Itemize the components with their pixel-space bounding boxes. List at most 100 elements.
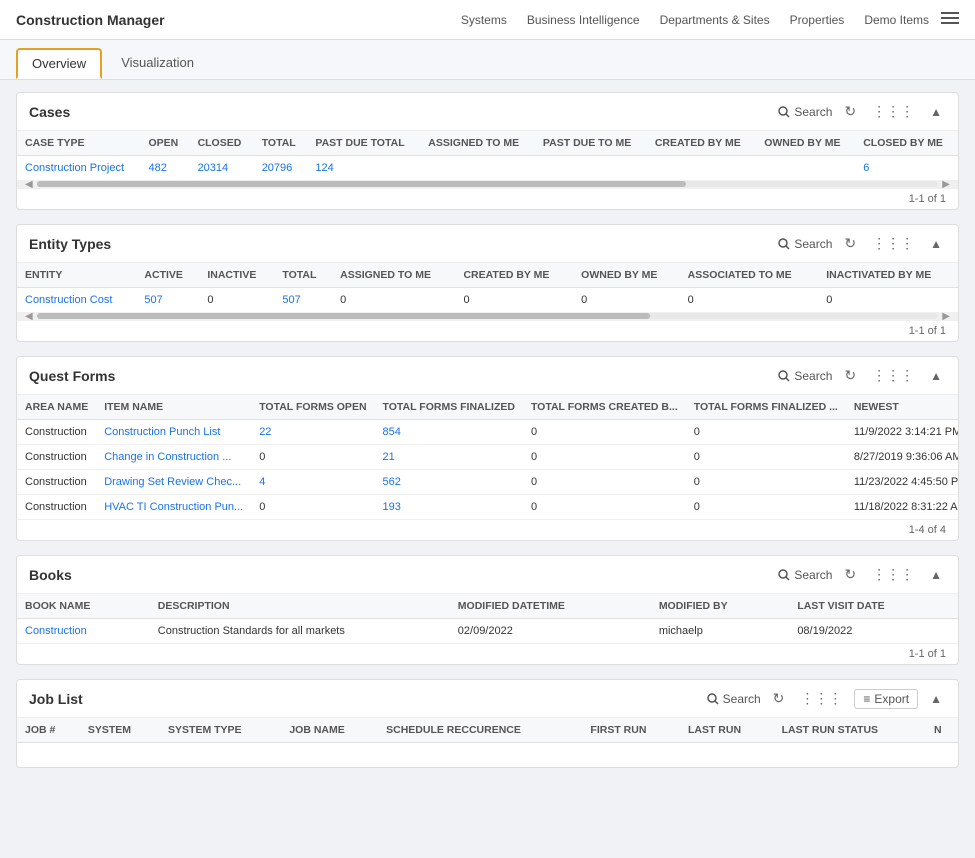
job-list-collapse-button[interactable]: ▲ (926, 690, 946, 708)
nav-systems[interactable]: Systems (461, 13, 507, 27)
col-closed: CLOSED (190, 131, 254, 156)
col-job-name: JOB NAME (281, 718, 378, 743)
job-list-refresh-button[interactable]: ↻ (769, 688, 789, 709)
finalized-link-2[interactable]: 562 (383, 476, 401, 488)
tab-overview[interactable]: Overview (16, 48, 102, 79)
col-created-by-me: CREATED BY ME (455, 263, 573, 288)
entity-types-table: ENTITY ACTIVE INACTIVE TOTAL ASSIGNED TO… (17, 263, 958, 312)
books-refresh-button[interactable]: ↻ (840, 564, 860, 585)
col-owned-by-me: OWNED BY ME (573, 263, 679, 288)
top-nav: Construction Manager Systems Business In… (0, 0, 975, 40)
cases-collapse-button[interactable]: ▲ (926, 103, 946, 121)
job-list-columns-button[interactable]: ⋮⋮⋮ (796, 688, 846, 709)
item-link-1[interactable]: Change in Construction ... (104, 451, 231, 463)
construction-project-link[interactable]: Construction Project (25, 162, 124, 174)
cell-open-2: 4 (251, 470, 374, 495)
entity-types-collapse-button[interactable]: ▲ (926, 235, 946, 253)
col-last-run: LAST RUN (680, 718, 774, 743)
cases-scrollbar[interactable]: ◀ ▶ (17, 180, 958, 188)
col-case-type: CASE TYPE (17, 131, 140, 156)
cell-total: 20796 (254, 156, 308, 181)
col-past-due-to-me: PAST DUE TO ME (535, 131, 647, 156)
cell-closed-by-me: 6 (855, 156, 958, 181)
cell-assigned-to-me: 0 (332, 288, 455, 313)
cell-newest-2: 11/23/2022 4:45:50 PM (846, 470, 959, 495)
col-job-num: JOB # (17, 718, 80, 743)
entity-types-refresh-button[interactable]: ↻ (840, 233, 860, 254)
cell-area-2: Construction (17, 470, 96, 495)
cases-header: Cases Search ↻ ⋮⋮⋮ ▲ (17, 93, 958, 131)
nav-links: Systems Business Intelligence Department… (461, 13, 929, 27)
cell-owned-by-me (756, 156, 855, 181)
menu-icon[interactable] (941, 9, 959, 30)
nav-demo-items[interactable]: Demo Items (864, 13, 929, 27)
item-link-0[interactable]: Construction Punch List (104, 426, 220, 438)
closed-by-me-link[interactable]: 6 (863, 162, 869, 174)
quest-forms-columns-button[interactable]: ⋮⋮⋮ (868, 365, 918, 386)
cell-finalized2-3: 0 (686, 495, 846, 520)
books-columns-button[interactable]: ⋮⋮⋮ (868, 564, 918, 585)
construction-book-link[interactable]: Construction (25, 625, 87, 637)
cell-book-name: Construction (17, 619, 150, 644)
col-inactive: INACTIVE (199, 263, 274, 288)
quest-forms-collapse-button[interactable]: ▲ (926, 367, 946, 385)
nav-departments-sites[interactable]: Departments & Sites (660, 13, 770, 27)
cell-finalized2-2: 0 (686, 470, 846, 495)
main-content: Cases Search ↻ ⋮⋮⋮ ▲ CASE TYPE OPEN CLOS… (0, 80, 975, 794)
nav-business-intelligence[interactable]: Business Intelligence (527, 13, 640, 27)
books-collapse-button[interactable]: ▲ (926, 566, 946, 584)
tab-visualization[interactable]: Visualization (106, 48, 209, 79)
cell-last-visit-date: 08/19/2022 (789, 619, 958, 644)
quest-forms-refresh-button[interactable]: ↻ (840, 365, 860, 386)
open-link-2[interactable]: 4 (259, 476, 265, 488)
col-system: SYSTEM (80, 718, 160, 743)
table-row (17, 743, 958, 768)
total-link[interactable]: 20796 (262, 162, 293, 174)
past-due-total-link[interactable]: 124 (315, 162, 333, 174)
col-modified-datetime: MODIFIED DATETIME (450, 594, 651, 619)
job-list-search-button[interactable]: Search (707, 692, 761, 706)
cell-past-due-to-me (535, 156, 647, 181)
finalized-link-1[interactable]: 21 (383, 451, 395, 463)
quest-forms-search-button[interactable]: Search (778, 369, 832, 383)
closed-link[interactable]: 20314 (198, 162, 229, 174)
job-list-export-button[interactable]: ≡ Export (854, 689, 918, 709)
books-search-button[interactable]: Search (778, 568, 832, 582)
open-link[interactable]: 482 (148, 162, 166, 174)
entity-types-scrollbar[interactable]: ◀ ▶ (17, 312, 958, 320)
cell-created-b-1: 0 (523, 445, 686, 470)
entity-types-columns-button[interactable]: ⋮⋮⋮ (868, 233, 918, 254)
entity-types-header-row: ENTITY ACTIVE INACTIVE TOTAL ASSIGNED TO… (17, 263, 958, 288)
cell-finalized-3: 193 (375, 495, 523, 520)
cell-open: 482 (140, 156, 189, 181)
active-link[interactable]: 507 (144, 294, 162, 306)
entity-types-section: Entity Types Search ↻ ⋮⋮⋮ ▲ ENTITY ACTIV… (16, 224, 959, 342)
cases-title: Cases (29, 104, 778, 120)
nav-properties[interactable]: Properties (790, 13, 845, 27)
total-link[interactable]: 507 (282, 294, 300, 306)
cases-refresh-button[interactable]: ↻ (840, 101, 860, 122)
cases-columns-button[interactable]: ⋮⋮⋮ (868, 101, 918, 122)
cell-created-by-me (647, 156, 756, 181)
search-icon (778, 370, 790, 382)
finalized-link-0[interactable]: 854 (383, 426, 401, 438)
col-total: TOTAL (274, 263, 332, 288)
item-link-2[interactable]: Drawing Set Review Chec... (104, 476, 241, 488)
finalized-link-3[interactable]: 193 (383, 501, 401, 513)
table-row: Construction HVAC TI Construction Pun...… (17, 495, 959, 520)
books-table: BOOK NAME DESCRIPTION MODIFIED DATETIME … (17, 594, 958, 643)
quest-forms-table: AREA NAME ITEM NAME TOTAL FORMS OPEN TOT… (17, 395, 959, 519)
item-link-3[interactable]: HVAC TI Construction Pun... (104, 501, 243, 513)
no-data-message (17, 743, 958, 768)
cell-created-b-3: 0 (523, 495, 686, 520)
search-icon (707, 693, 719, 705)
cases-search-button[interactable]: Search (778, 105, 832, 119)
books-header: Books Search ↻ ⋮⋮⋮ ▲ (17, 556, 958, 594)
col-total-forms-finalized2: TOTAL FORMS FINALIZED ... (686, 395, 846, 420)
entity-types-search-button[interactable]: Search (778, 237, 832, 251)
tabs-bar: Overview Visualization (0, 40, 975, 80)
construction-cost-link[interactable]: Construction Cost (25, 294, 112, 306)
search-icon (778, 106, 790, 118)
job-list-section: Job List Search ↻ ⋮⋮⋮ ≡ Export ▲ JOB # (16, 679, 959, 768)
open-link-0[interactable]: 22 (259, 426, 271, 438)
